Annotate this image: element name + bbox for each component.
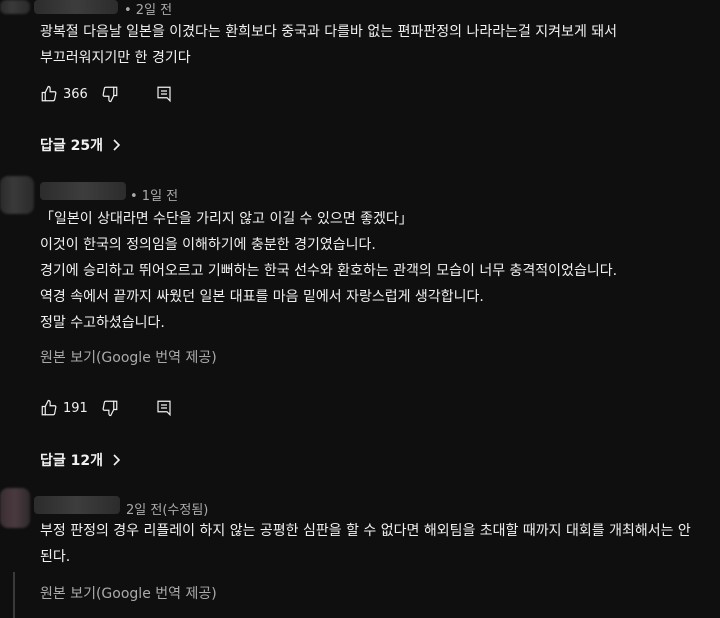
chevron-right-icon [113,454,121,466]
view-replies-button[interactable]: 답글 25개 [40,135,121,155]
comment-text-line: 정말 수고하셨습니다. [40,315,165,331]
comment-timestamp[interactable]: • 1일 전 [130,185,178,204]
reply-icon [157,400,171,417]
comment-text-line: 광복절 다음날 일본을 이겼다는 환희보다 중국과 다를바 없는 편파판정의 나… [40,24,618,40]
replies-label: 답글 12개 [40,453,103,469]
thumbs-up-icon [41,85,57,102]
comment-2: • 1일 전 「일본이 상대라면 수단을 가리지 않고 이길 수 있으면 좋겠다… [0,170,720,480]
like-button[interactable]: 191 [40,399,88,417]
reply-button[interactable] [155,85,173,103]
thread-line [13,572,15,618]
comment-text-line: 된다. [40,549,71,565]
comment-text-line: 경기에 승리하고 뛰어오르고 기뻐하는 한국 선수와 환호하는 관객의 모습이 … [40,263,618,279]
avatar[interactable] [0,176,34,214]
dislike-button[interactable] [101,399,119,417]
reply-button[interactable] [155,399,173,417]
dislike-button[interactable] [101,85,119,103]
comment-text-line: 부끄러워지기만 한 경기다 [40,50,191,66]
thumbs-down-icon [102,400,118,417]
comment-timestamp[interactable]: • 2일 전 [124,0,172,18]
avatar[interactable] [0,0,30,14]
view-replies-button[interactable]: 답글 12개 [40,450,121,470]
chevron-right-icon [113,139,121,151]
like-button[interactable]: 366 [40,85,88,103]
comment-3: 2일 전(수정됨) 부정 판정의 경우 리플레이 하지 않는 공평한 심판을 할… [0,480,720,618]
author-name[interactable] [34,0,118,14]
reply-icon [157,86,171,103]
avatar[interactable] [0,488,30,528]
comment-text-line: 부정 판정의 경우 리플레이 하지 않는 공평한 심판을 할 수 없다면 해외팀… [40,523,691,539]
comment-timestamp[interactable]: 2일 전(수정됨) [126,499,208,518]
author-name[interactable] [34,496,120,514]
like-count: 191 [63,400,88,416]
like-count: 366 [63,86,88,102]
comment-text-line: 이것이 한국의 정의임을 이해하기에 충분한 경기였습니다. [40,237,376,253]
comment-text-line: 역경 속에서 끝까지 싸웠던 일본 대표를 마음 밑에서 자랑스럽게 생각합니다… [40,289,484,305]
see-original-link[interactable]: 원본 보기(Google 번역 제공) [40,347,217,367]
author-name[interactable] [40,182,126,200]
thumbs-up-icon [41,399,57,416]
comment-1: • 2일 전 광복절 다음날 일본을 이겼다는 환희보다 중국과 다를바 없는 … [0,0,720,170]
comment-text-line: 「일본이 상대라면 수단을 가리지 않고 이길 수 있으면 좋겠다」 [40,211,413,227]
replies-label: 답글 25개 [40,138,103,154]
see-original-link[interactable]: 원본 보기(Google 번역 제공) [40,583,217,603]
thumbs-down-icon [102,86,118,103]
